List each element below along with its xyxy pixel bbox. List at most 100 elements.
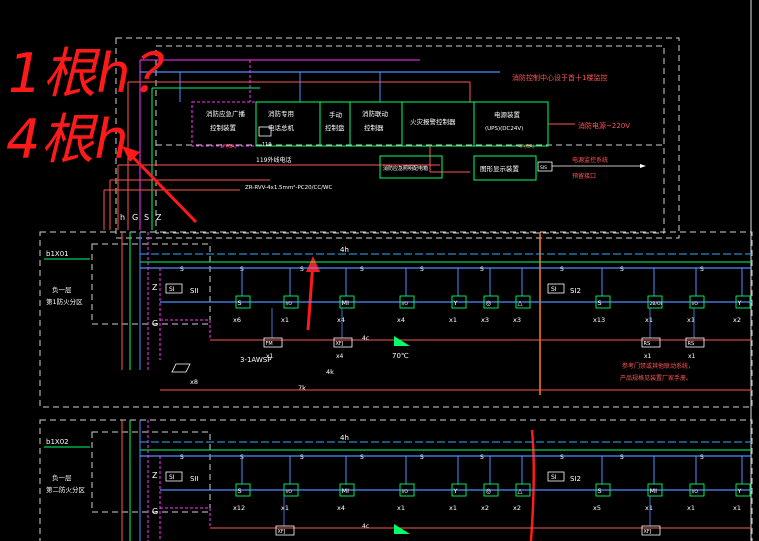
device-count: x3 bbox=[481, 316, 489, 324]
device-symbol-label: ◎ bbox=[486, 487, 492, 495]
device-symbol-label: MI bbox=[342, 299, 350, 307]
emergency-lighting-label: 消防应急照明配电箱 bbox=[383, 165, 428, 172]
manual-line1: 手动 bbox=[329, 110, 343, 119]
device-count: x1 bbox=[645, 504, 653, 512]
device-count: x1 bbox=[449, 316, 457, 324]
device-count: x5 bbox=[593, 504, 601, 512]
floor-bus-id: b1X02 bbox=[46, 438, 69, 446]
dashed-label-right: 4F(0A) bbox=[518, 144, 535, 150]
riser-label-s: S bbox=[144, 213, 149, 222]
device-count: x1 bbox=[733, 504, 741, 512]
device-symbol-label: ◎ bbox=[486, 299, 492, 307]
valve-temp: 70℃ bbox=[392, 352, 409, 360]
s119-label: 119 bbox=[262, 142, 272, 148]
device-count: x4 bbox=[397, 316, 405, 324]
bell-count: x8 bbox=[190, 378, 198, 386]
device-symbol-label: MI bbox=[342, 487, 350, 495]
note-line2: 产品规格见装置厂家手册。 bbox=[620, 374, 692, 382]
floor-section-2: b1X02 负一层第二防火分区 4h Z G SI SII SI SI2 S S S S S S S S S Sx1… bbox=[39, 419, 753, 541]
label-7k: 7k bbox=[298, 384, 306, 392]
device-count: x1 bbox=[281, 504, 289, 512]
bus-s-marker: S bbox=[480, 454, 484, 461]
line119-label: 119外线电话 bbox=[256, 156, 291, 164]
device-symbol-label: S bbox=[238, 487, 242, 495]
riser-label-g: G bbox=[132, 213, 138, 222]
valve-icon bbox=[394, 336, 410, 346]
bus-s-marker: S bbox=[360, 266, 364, 273]
device-symbol-label: △ bbox=[518, 487, 523, 495]
power-panel bbox=[473, 101, 549, 147]
label-4k: 4k bbox=[326, 368, 334, 376]
dashed-label-left: 1F(0A) bbox=[220, 144, 237, 150]
label-4c: 4c bbox=[362, 335, 369, 342]
device-count: x4 bbox=[337, 316, 345, 324]
manual-line2: 控制盘 bbox=[325, 123, 345, 132]
annotation-answer: 4根h bbox=[6, 108, 129, 171]
device-count: x2 bbox=[481, 504, 489, 512]
riser-z: Z bbox=[152, 283, 158, 292]
device-symbol-label: MI bbox=[650, 487, 658, 495]
riser-label-z: Z bbox=[156, 213, 162, 222]
valve-icon bbox=[394, 524, 410, 534]
device-symbol-label: Y bbox=[453, 299, 458, 307]
fire-alarm-line1: 火灾报警控制器 bbox=[410, 117, 456, 126]
phone-line2: 电话总机 bbox=[268, 123, 295, 132]
control-panels: 消防应急广播 控制装置 消防专用 电话总机 手动 控制盘 消防联动 控制器 火灾… bbox=[191, 101, 646, 181]
bus-s-marker: S bbox=[480, 266, 484, 273]
sis-label: SIS bbox=[540, 165, 547, 171]
annotation-stroke bbox=[529, 429, 536, 541]
riser-labels: h G S Z bbox=[120, 213, 162, 222]
device-symbol-label: I/O bbox=[692, 489, 699, 495]
sub-device-label: RS bbox=[644, 341, 651, 347]
device-count: x1 bbox=[645, 316, 653, 324]
si-count: SII bbox=[190, 287, 199, 295]
device-count: x4 bbox=[337, 504, 345, 512]
floor-zone-line2: 第二防火分区 bbox=[46, 485, 86, 494]
si-label: SI bbox=[169, 474, 175, 481]
floor-frame bbox=[39, 419, 753, 541]
linkage-line1: 消防联动 bbox=[362, 109, 389, 118]
sub-device-label: XFJ bbox=[336, 341, 344, 347]
sub-device-label: XFJ bbox=[644, 529, 652, 535]
bus-s-marker: S bbox=[300, 266, 304, 273]
bus-s-marker: S bbox=[700, 454, 704, 461]
device-symbol-label: S bbox=[598, 487, 602, 495]
device-count: x6 bbox=[233, 316, 241, 324]
bus-s-marker: S bbox=[420, 266, 424, 273]
label-4c: 4c bbox=[362, 523, 369, 530]
bus-s-marker: S bbox=[560, 454, 564, 461]
bus-s-marker: S bbox=[360, 454, 364, 461]
fire-alarm-system-diagram: 消防控制中心设于首十1楼监控 消防电源~220V 1F(0A) 4F(0A) Z… bbox=[6, 0, 753, 541]
bus-s-marker: S bbox=[620, 266, 624, 273]
device-count: x1 bbox=[281, 316, 289, 324]
sub-device-label: FM bbox=[266, 341, 273, 347]
control-room-note: 消防控制中心设于首十1楼监控 bbox=[512, 73, 607, 82]
annotation-arrow-2 bbox=[306, 261, 315, 331]
device-symbol-label: I/O bbox=[692, 301, 699, 307]
annotation-arrow-1 bbox=[126, 150, 198, 224]
device-symbol-label: I/O bbox=[402, 489, 409, 495]
device-symbol-label: I/O bbox=[286, 489, 293, 495]
si2-box-label: SI bbox=[551, 286, 557, 293]
device-count: x1 bbox=[397, 504, 405, 512]
floor-zone-line1: 负一层 bbox=[52, 285, 72, 294]
riser-g: G bbox=[152, 507, 158, 516]
note-line1: 参考门禁或其他联动系统， bbox=[622, 362, 694, 370]
sub-device-label: RS bbox=[688, 341, 695, 347]
remote-label-2: 预留接口 bbox=[572, 172, 596, 180]
si-count: SII bbox=[190, 475, 199, 483]
power-line1: 电源装置 bbox=[494, 110, 521, 119]
broadcast-line1: 消防应急广播 bbox=[206, 109, 246, 118]
bus-label-4h: 4h bbox=[340, 246, 349, 254]
floor-bus-id: b1X01 bbox=[46, 250, 69, 258]
bus-s-marker: S bbox=[180, 266, 184, 273]
device-count: x1 bbox=[687, 504, 695, 512]
device-count: x13 bbox=[593, 316, 605, 324]
device-symbol-label: S bbox=[238, 299, 242, 307]
bus-s-marker: S bbox=[300, 454, 304, 461]
bus-label-4h: 4h bbox=[340, 434, 349, 442]
device-symbol-label: Y bbox=[737, 299, 742, 307]
device-count: x12 bbox=[233, 504, 245, 512]
sub-device-count: x1 bbox=[644, 353, 652, 360]
cable-spec: ZR-RVV-4x1.5mm²-PC20/CC/WC bbox=[245, 184, 332, 191]
